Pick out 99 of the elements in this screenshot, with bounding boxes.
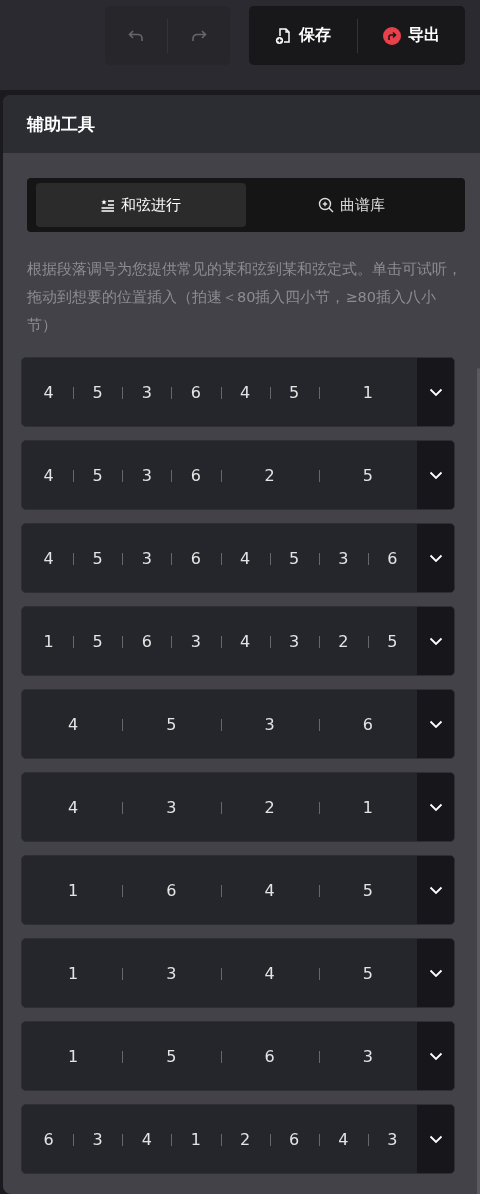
chord-label: 6	[362, 714, 373, 734]
chord-label: 3	[338, 548, 349, 568]
chord-label: 5	[92, 548, 103, 568]
expand-button[interactable]	[417, 524, 454, 592]
progression-card[interactable]: 1 5 6 3	[21, 1021, 455, 1091]
chord-label: 1	[68, 880, 79, 900]
chevron-down-icon	[428, 885, 443, 895]
expand-button[interactable]	[417, 441, 454, 509]
chord-label: 2	[239, 1129, 251, 1149]
progression-card[interactable]: 1 5 6 3 4 3 2 5	[21, 606, 455, 676]
progression-card[interactable]: 1 3 4 5	[21, 938, 455, 1008]
chord-label: 6	[141, 631, 152, 651]
chord-label: 1	[362, 797, 373, 817]
tab[interactable]: 和弦进行	[36, 183, 246, 227]
chord-label: 5	[387, 631, 398, 651]
chord-label: 3	[92, 1129, 103, 1149]
chord-label: 4	[43, 548, 54, 568]
progression-card[interactable]: 4 5 3 6 2 5	[21, 440, 455, 510]
progression-card[interactable]: 4 5 3 6 4 5 1	[21, 357, 455, 427]
panel-title: 辅助工具	[27, 112, 95, 136]
chord-label: 6	[190, 382, 202, 402]
chord-label: 6	[387, 548, 398, 568]
chord-label: 6	[289, 1129, 300, 1149]
expand-button[interactable]	[417, 358, 454, 426]
chevron-down-icon	[428, 553, 443, 563]
chord-label: 2	[338, 631, 349, 651]
chord-label: 5	[92, 382, 103, 402]
expand-button[interactable]	[417, 773, 454, 841]
chord-label: 5	[362, 963, 373, 983]
expand-button[interactable]	[417, 690, 454, 758]
chord-label: 5	[166, 1046, 177, 1066]
chord-label: 6	[166, 880, 177, 900]
chord-label: 5	[92, 465, 103, 485]
search-icon	[317, 197, 334, 213]
chord-label: 4	[264, 880, 275, 900]
chord-label: 3	[387, 1129, 398, 1149]
chord-label: 3	[264, 714, 275, 734]
chord-label: 6	[43, 1129, 54, 1149]
chord-label: 4	[68, 797, 79, 817]
tab[interactable]: 曲谱库	[246, 183, 456, 227]
chord-label: 6	[190, 465, 202, 485]
chord-label: 4	[338, 1129, 349, 1149]
chord-label: 4	[264, 963, 275, 983]
chord-label: 4	[239, 548, 251, 568]
expand-button[interactable]	[417, 939, 454, 1007]
expand-button[interactable]	[417, 1105, 454, 1173]
chord-label: 3	[362, 1046, 373, 1066]
chord-label: 4	[43, 382, 54, 402]
chevron-down-icon	[428, 802, 443, 812]
progression-card[interactable]: 4 5 3 6	[21, 689, 455, 759]
save-button[interactable]: 保存	[249, 6, 357, 65]
export-icon	[382, 26, 401, 45]
list-icon	[101, 198, 115, 212]
chevron-down-icon	[428, 1051, 443, 1061]
description-text: 根据段落调号为您提供常见的某和弦到某和弦定式。单击可试听，拖动到想要的位置插入（拍速＜80插入四小节，≥80插入八小节）	[27, 260, 463, 335]
chord-label: 1	[68, 1046, 79, 1066]
chord-label: 4	[68, 714, 79, 734]
chord-label: 5	[92, 631, 103, 651]
chevron-down-icon	[428, 719, 443, 729]
chord-label: 2	[264, 465, 275, 485]
chord-label: 3	[166, 797, 177, 817]
chord-label: 5	[362, 880, 373, 900]
chord-label: 3	[141, 465, 152, 485]
export-button[interactable]: 导出	[357, 6, 465, 65]
chord-label: 6	[190, 548, 202, 568]
chord-label: 3	[141, 382, 152, 402]
chord-label: 5	[362, 465, 373, 485]
chord-label: 3	[190, 631, 202, 651]
chord-label: 1	[362, 382, 373, 402]
chord-label: 4	[239, 631, 251, 651]
expand-button[interactable]	[417, 856, 454, 924]
expand-button[interactable]	[417, 607, 454, 675]
chord-label: 1	[43, 631, 54, 651]
chord-label: 6	[264, 1046, 275, 1066]
chord-label: 4	[239, 382, 251, 402]
chevron-down-icon	[428, 470, 443, 480]
chord-label: 1	[68, 963, 79, 983]
chord-label: 5	[166, 714, 177, 734]
chord-label: 2	[264, 797, 275, 817]
file-add-icon	[274, 26, 292, 45]
chord-label: 4	[43, 465, 54, 485]
progression-card[interactable]: 1 6 4 5	[21, 855, 455, 925]
chord-label: 1	[190, 1129, 202, 1149]
progression-card[interactable]: 6 3 4 1 2 6 4 3	[21, 1104, 455, 1174]
chevron-down-icon	[428, 1134, 443, 1144]
chord-label: 3	[141, 548, 152, 568]
progression-card[interactable]: 4 5 3 6 4 5 3 6	[21, 523, 455, 593]
chevron-down-icon	[428, 968, 443, 978]
undo-icon	[128, 28, 144, 43]
chord-label: 5	[289, 382, 300, 402]
progression-card[interactable]: 4 3 2 1	[21, 772, 455, 842]
chord-label: 5	[289, 548, 300, 568]
chord-label: 3	[166, 963, 177, 983]
redo-icon	[191, 28, 207, 43]
expand-button[interactable]	[417, 1022, 454, 1090]
chord-label: 3	[289, 631, 300, 651]
chord-label: 4	[141, 1129, 152, 1149]
chevron-down-icon	[428, 387, 443, 397]
chevron-down-icon	[428, 636, 443, 646]
